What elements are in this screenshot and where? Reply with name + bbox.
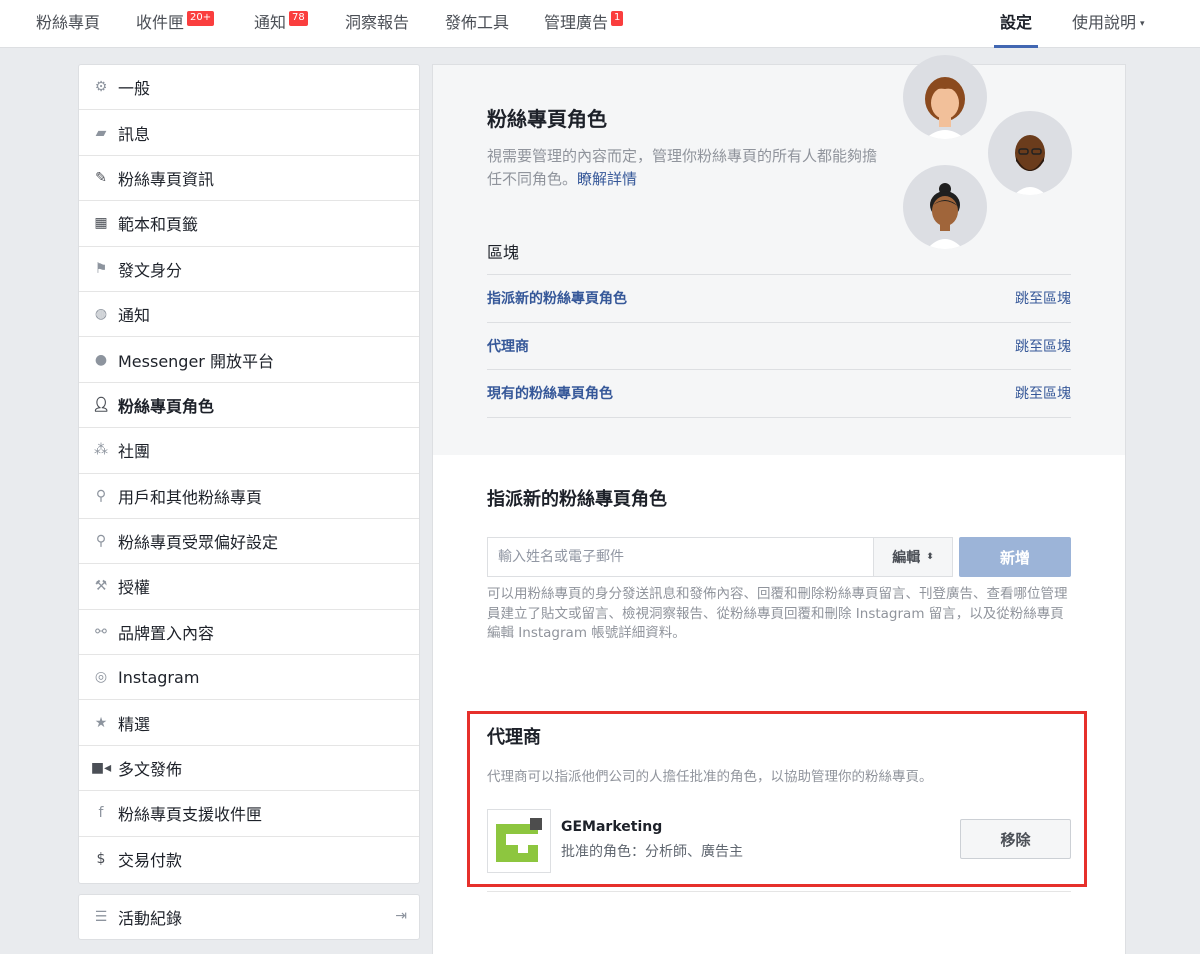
sidebar-item-featured[interactable]: ★ 精選 (79, 700, 419, 746)
block-row-agencies: 代理商 跳至區塊 (487, 323, 1071, 370)
blocks-list: 指派新的粉絲專頁角色 跳至區塊 代理商 跳至區塊 現有的粉絲專頁角色 跳至區塊 (487, 274, 1071, 418)
nav-inbox[interactable]: 收件匣 20+ (136, 0, 215, 48)
remove-agency-button[interactable]: 移除 (960, 819, 1071, 859)
main-panel: 粉絲專頁角色 視需要管理的內容而定，管理你粉絲專頁的所有人都能夠擔任不同角色。瞭… (432, 55, 1126, 954)
person-icon: 👤︎ (92, 396, 110, 413)
star-icon: ★ (94, 714, 108, 731)
role-select[interactable]: 編輯 ⬍ (873, 537, 953, 577)
nav-settings[interactable]: 設定 (993, 0, 1039, 48)
agency-description: 代理商可以指派他們公司的人擔任批准的角色，以協助管理你的粉絲專頁。 (487, 769, 933, 785)
gear-icon: ⚙ (94, 79, 108, 96)
blocks-label: 區塊 (487, 243, 520, 262)
inbox-badge: 20+ (187, 11, 215, 26)
chat-icon: ▰ (95, 124, 107, 141)
nav-page[interactable]: 粉絲專頁 (36, 0, 100, 48)
jump-to-section-link[interactable]: 跳至區塊 (1015, 383, 1071, 403)
nav-publishing-tools[interactable]: 發佈工具 (445, 0, 509, 48)
sidebar-item-page-roles[interactable]: 👤︎ 粉絲專頁角色 (79, 383, 419, 429)
top-navigation: 粉絲專頁 收件匣 20+ 通知 78 洞察報告 發佈工具 管理廣告 1 設定 使用說明… (0, 0, 1200, 48)
globe-icon: ◍ (94, 306, 108, 323)
person-star-icon: ⚲ (95, 533, 107, 550)
sidebar-item-branded-content[interactable]: ⚯ 品牌置入內容 (79, 610, 419, 656)
flag-icon: ⚑ (94, 260, 108, 277)
grid-icon: ▦ (94, 215, 108, 232)
video-icon: ■◂ (90, 760, 112, 777)
activity-log-button[interactable]: ☰ 活動紀錄 ⇥ (78, 894, 420, 940)
dollar-icon: $ (96, 851, 106, 868)
jump-to-section-link[interactable]: 跳至區塊 (1015, 288, 1071, 308)
role-permissions-note: 可以用粉絲專頁的身分發送訊息和發佈內容、回覆和刪除粉絲專頁留言、刊登廣告、查看哪… (487, 586, 1068, 641)
agency-logo (487, 809, 551, 873)
avatar-illustration-2 (988, 111, 1072, 195)
sidebar-item-post-attribution[interactable]: ⚑ 發文身分 (79, 247, 419, 292)
ads-badge: 1 (611, 11, 624, 26)
nav-insights[interactable]: 洞察報告 (345, 0, 409, 48)
group-icon: ⁂ (94, 442, 108, 459)
jump-to-section-link[interactable]: 跳至區塊 (1015, 336, 1071, 356)
block-link-agencies[interactable]: 代理商 (487, 336, 529, 356)
nav-help[interactable]: 使用說明 ▾ (1072, 0, 1145, 48)
sidebar-item-messenger-platform[interactable]: ● Messenger 開放平台 (79, 337, 419, 383)
sidebar-item-payments[interactable]: $ 交易付款 (79, 837, 419, 882)
sidebar-item-page-info[interactable]: ✎ 粉絲專頁資訊 (79, 156, 419, 202)
page-description: 視需要管理的內容而定，管理你粉絲專頁的所有人都能夠擔任不同角色。瞭解詳情 (487, 147, 878, 188)
agency-name: GEMarketing (561, 819, 663, 835)
nav-ads-manager[interactable]: 管理廣告 1 (544, 0, 624, 48)
block-row-existing-roles: 現有的粉絲專頁角色 跳至區塊 (487, 370, 1071, 418)
divider (487, 891, 1071, 892)
sort-caret-icon: ⬍ (926, 552, 934, 562)
sidebar-item-people-other-pages[interactable]: ⚲ 用戶和其他粉絲專頁 (79, 474, 419, 519)
sidebar-item-support-inbox[interactable]: f 粉絲專頁支援收件匣 (79, 791, 419, 837)
page-title: 粉絲專頁角色 (487, 107, 607, 131)
instagram-icon: ◎ (94, 669, 108, 686)
sidebar-item-crossposting[interactable]: ■◂ 多文發佈 (79, 746, 419, 792)
sidebar-item-authorizations[interactable]: ⚒ 授權 (79, 564, 419, 610)
name-email-input[interactable] (487, 537, 874, 577)
nav-notifications[interactable]: 通知 78 (254, 0, 308, 48)
agency-approved-roles: 批准的角色：分析師、廣告主 (561, 844, 743, 860)
sidebar-item-templates-tabs[interactable]: ▦ 範本和頁籤 (79, 201, 419, 247)
block-link-assign-role[interactable]: 指派新的粉絲專頁角色 (487, 288, 627, 308)
settings-sidebar: ⚙ 一般 ▰ 訊息 ✎ 粉絲專頁資訊 ▦ 範本和頁籤 ⚑ 發文身分 ◍ 通知 ● Messen… (78, 64, 420, 884)
sidebar-item-instagram[interactable]: ◎ Instagram (79, 655, 419, 701)
list-icon: ☰ (94, 909, 108, 925)
caret-down-icon: ▾ (1140, 18, 1145, 29)
add-button[interactable]: 新增 (959, 537, 1071, 577)
handshake-icon: ⚯ (95, 623, 107, 640)
pencil-icon: ✎ (95, 169, 107, 186)
avatar-illustration-1 (903, 55, 987, 139)
agency-section-title: 代理商 (487, 727, 541, 748)
sidebar-item-messaging[interactable]: ▰ 訊息 (79, 110, 419, 156)
avatar-illustration-3 (903, 165, 987, 249)
assign-role-title: 指派新的粉絲專頁角色 (487, 489, 667, 510)
agency-highlight-box (467, 711, 1087, 887)
block-row-assign-role: 指派新的粉絲專頁角色 跳至區塊 (487, 275, 1071, 323)
messenger-icon: ● (94, 351, 108, 368)
facebook-icon: f (98, 805, 104, 822)
sidebar-item-notifications[interactable]: ◍ 通知 (79, 292, 419, 338)
exit-icon: ⇥ (395, 908, 407, 924)
sidebar-item-groups[interactable]: ⁂ 社團 (79, 428, 419, 474)
sidebar-item-audience-preferences[interactable]: ⚲ 粉絲專頁受眾偏好設定 (79, 519, 419, 565)
wrench-icon: ⚒ (94, 578, 108, 595)
learn-more-link[interactable]: 瞭解詳情 (577, 170, 637, 188)
block-link-existing-roles[interactable]: 現有的粉絲專頁角色 (487, 383, 613, 403)
person-star-icon: ⚲ (95, 487, 107, 504)
notifications-badge: 78 (289, 11, 308, 26)
sidebar-item-general[interactable]: ⚙ 一般 (79, 65, 419, 111)
